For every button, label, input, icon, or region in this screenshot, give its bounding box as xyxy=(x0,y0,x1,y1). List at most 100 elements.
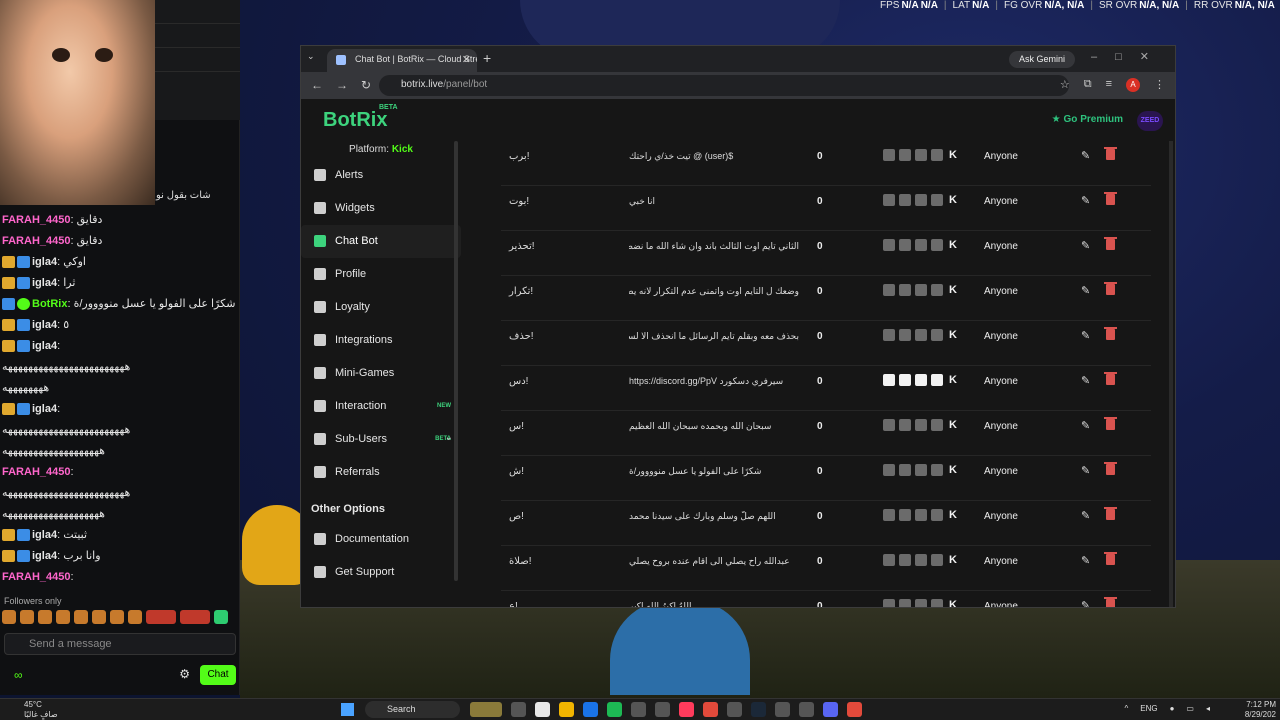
emote-icon[interactable] xyxy=(92,610,106,624)
ask-gemini-button[interactable]: Ask Gemini xyxy=(1008,51,1075,68)
kick-alt-platform-icon[interactable] xyxy=(883,554,895,566)
kick-platform-icon[interactable]: K xyxy=(947,329,959,341)
emote-icon[interactable] xyxy=(180,610,210,624)
kick-platform-icon[interactable]: K xyxy=(947,149,959,161)
delete-trash-icon[interactable] xyxy=(1104,507,1117,520)
network-icon[interactable]: ▭ xyxy=(1186,704,1194,713)
bookmark-star-icon[interactable]: ☆ xyxy=(1060,78,1070,92)
twitch-platform-icon[interactable] xyxy=(899,554,911,566)
sidebar-item-sub-users[interactable]: Sub-Users BETA ⌄ xyxy=(301,423,461,456)
app-icon[interactable] xyxy=(799,702,814,717)
new-tab-icon[interactable]: + xyxy=(483,50,491,66)
window-controls[interactable]: –□✕ xyxy=(1091,50,1167,63)
edit-pencil-icon[interactable]: ✎ xyxy=(1081,509,1090,522)
app-icon[interactable] xyxy=(703,702,718,717)
twitch-platform-icon[interactable] xyxy=(899,509,911,521)
kick-alt-platform-icon[interactable] xyxy=(883,239,895,251)
youtube-platform-icon[interactable] xyxy=(915,284,927,296)
profile-avatar[interactable]: A xyxy=(1126,78,1140,92)
chat-username[interactable]: igla4 xyxy=(32,529,57,541)
chat-username[interactable]: FARAH_4450 xyxy=(2,214,70,226)
discord-platform-icon[interactable] xyxy=(931,149,943,161)
discord-platform-icon[interactable] xyxy=(931,554,943,566)
discord-platform-icon[interactable] xyxy=(931,239,943,251)
twitch-platform-icon[interactable] xyxy=(899,239,911,251)
kick-platform-icon[interactable]: K xyxy=(947,464,959,476)
chat-username[interactable]: igla4 xyxy=(32,403,57,415)
delete-trash-icon[interactable] xyxy=(1104,147,1117,160)
edit-pencil-icon[interactable]: ✎ xyxy=(1081,374,1090,387)
youtube-platform-icon[interactable] xyxy=(915,599,927,607)
kick-platform-icon[interactable]: K xyxy=(947,509,959,521)
youtube-platform-icon[interactable] xyxy=(915,149,927,161)
twitch-platform-icon[interactable] xyxy=(899,149,911,161)
edit-pencil-icon[interactable]: ✎ xyxy=(1081,599,1090,607)
edit-pencil-icon[interactable]: ✎ xyxy=(1081,419,1090,432)
twitch-platform-icon[interactable] xyxy=(899,194,911,206)
chat-username[interactable]: igla4 xyxy=(32,277,57,289)
kick-alt-platform-icon[interactable] xyxy=(883,329,895,341)
kick-alt-platform-icon[interactable] xyxy=(883,149,895,161)
tray-chevron-icon[interactable]: ^ xyxy=(1124,704,1128,713)
edit-pencil-icon[interactable]: ✎ xyxy=(1081,329,1090,342)
delete-trash-icon[interactable] xyxy=(1104,597,1117,607)
edit-pencil-icon[interactable]: ✎ xyxy=(1081,149,1090,162)
sidebar-item-loyalty[interactable]: Loyalty xyxy=(301,291,461,324)
emote-icon[interactable] xyxy=(146,610,176,624)
user-avatar[interactable]: ZEED xyxy=(1137,111,1163,131)
discord-platform-icon[interactable] xyxy=(931,464,943,476)
kick-alt-platform-icon[interactable] xyxy=(883,509,895,521)
delete-trash-icon[interactable] xyxy=(1104,327,1117,340)
discord-platform-icon[interactable] xyxy=(931,329,943,341)
edit-pencil-icon[interactable]: ✎ xyxy=(1081,239,1090,252)
kick-alt-platform-icon[interactable] xyxy=(883,464,895,476)
kick-platform-icon[interactable]: K xyxy=(947,284,959,296)
sidebar-item-referrals[interactable]: Referrals xyxy=(301,456,461,489)
tab-close-icon[interactable]: ✕ xyxy=(462,53,471,66)
app-icon[interactable] xyxy=(470,702,502,717)
app-icon[interactable] xyxy=(607,702,622,717)
app-icon[interactable] xyxy=(823,702,838,717)
edit-pencil-icon[interactable]: ✎ xyxy=(1081,554,1090,567)
kick-alt-platform-icon[interactable] xyxy=(883,374,895,386)
delete-trash-icon[interactable] xyxy=(1104,417,1117,430)
youtube-platform-icon[interactable] xyxy=(915,194,927,206)
app-icon[interactable] xyxy=(847,702,862,717)
botrix-logo[interactable]: BotRix xyxy=(323,109,387,132)
chat-username[interactable]: igla4 xyxy=(32,319,57,331)
go-premium-button[interactable]: ★ Go Premium xyxy=(1052,114,1123,125)
menu-kebab-icon[interactable]: ⋮ xyxy=(1154,78,1165,92)
kick-platform-icon[interactable]: K xyxy=(947,239,959,251)
delete-trash-icon[interactable] xyxy=(1104,237,1117,250)
discord-platform-icon[interactable] xyxy=(931,509,943,521)
chat-username[interactable]: FARAH_4450 xyxy=(2,466,70,478)
kick-alt-platform-icon[interactable] xyxy=(883,284,895,296)
delete-trash-icon[interactable] xyxy=(1104,462,1117,475)
volume-icon[interactable]: ◂ xyxy=(1206,704,1210,713)
kick-alt-platform-icon[interactable] xyxy=(883,194,895,206)
discord-platform-icon[interactable] xyxy=(931,599,943,607)
nav-buttons[interactable]: ←→↻ xyxy=(311,78,384,92)
sidebar-item-profile[interactable]: Profile xyxy=(301,258,461,291)
sidebar-item-mini-games[interactable]: Mini-Games xyxy=(301,357,461,390)
mic-icon[interactable]: ● xyxy=(1170,704,1175,713)
app-icon[interactable] xyxy=(535,702,550,717)
delete-trash-icon[interactable] xyxy=(1104,192,1117,205)
youtube-platform-icon[interactable] xyxy=(915,329,927,341)
language-indicator[interactable]: ENG xyxy=(1140,704,1157,713)
sidebar-item-documentation[interactable]: Documentation xyxy=(301,523,461,556)
app-icon[interactable] xyxy=(511,702,526,717)
main-scrollbar[interactable] xyxy=(1169,141,1173,607)
chat-username[interactable]: BotRix xyxy=(32,298,67,310)
app-icon[interactable] xyxy=(655,702,670,717)
twitch-platform-icon[interactable] xyxy=(899,284,911,296)
emote-icon[interactable] xyxy=(38,610,52,624)
delete-trash-icon[interactable] xyxy=(1104,282,1117,295)
kick-platform-icon[interactable]: K xyxy=(947,554,959,566)
sidebar-item-alerts[interactable]: Alerts xyxy=(301,159,461,192)
browser-tab[interactable]: Chat Bot | BotRix — Cloud Stre ✕ xyxy=(327,49,477,72)
kick-platform-icon[interactable]: K xyxy=(947,194,959,206)
discord-platform-icon[interactable] xyxy=(931,374,943,386)
twitch-platform-icon[interactable] xyxy=(899,374,911,386)
twitch-platform-icon[interactable] xyxy=(899,329,911,341)
